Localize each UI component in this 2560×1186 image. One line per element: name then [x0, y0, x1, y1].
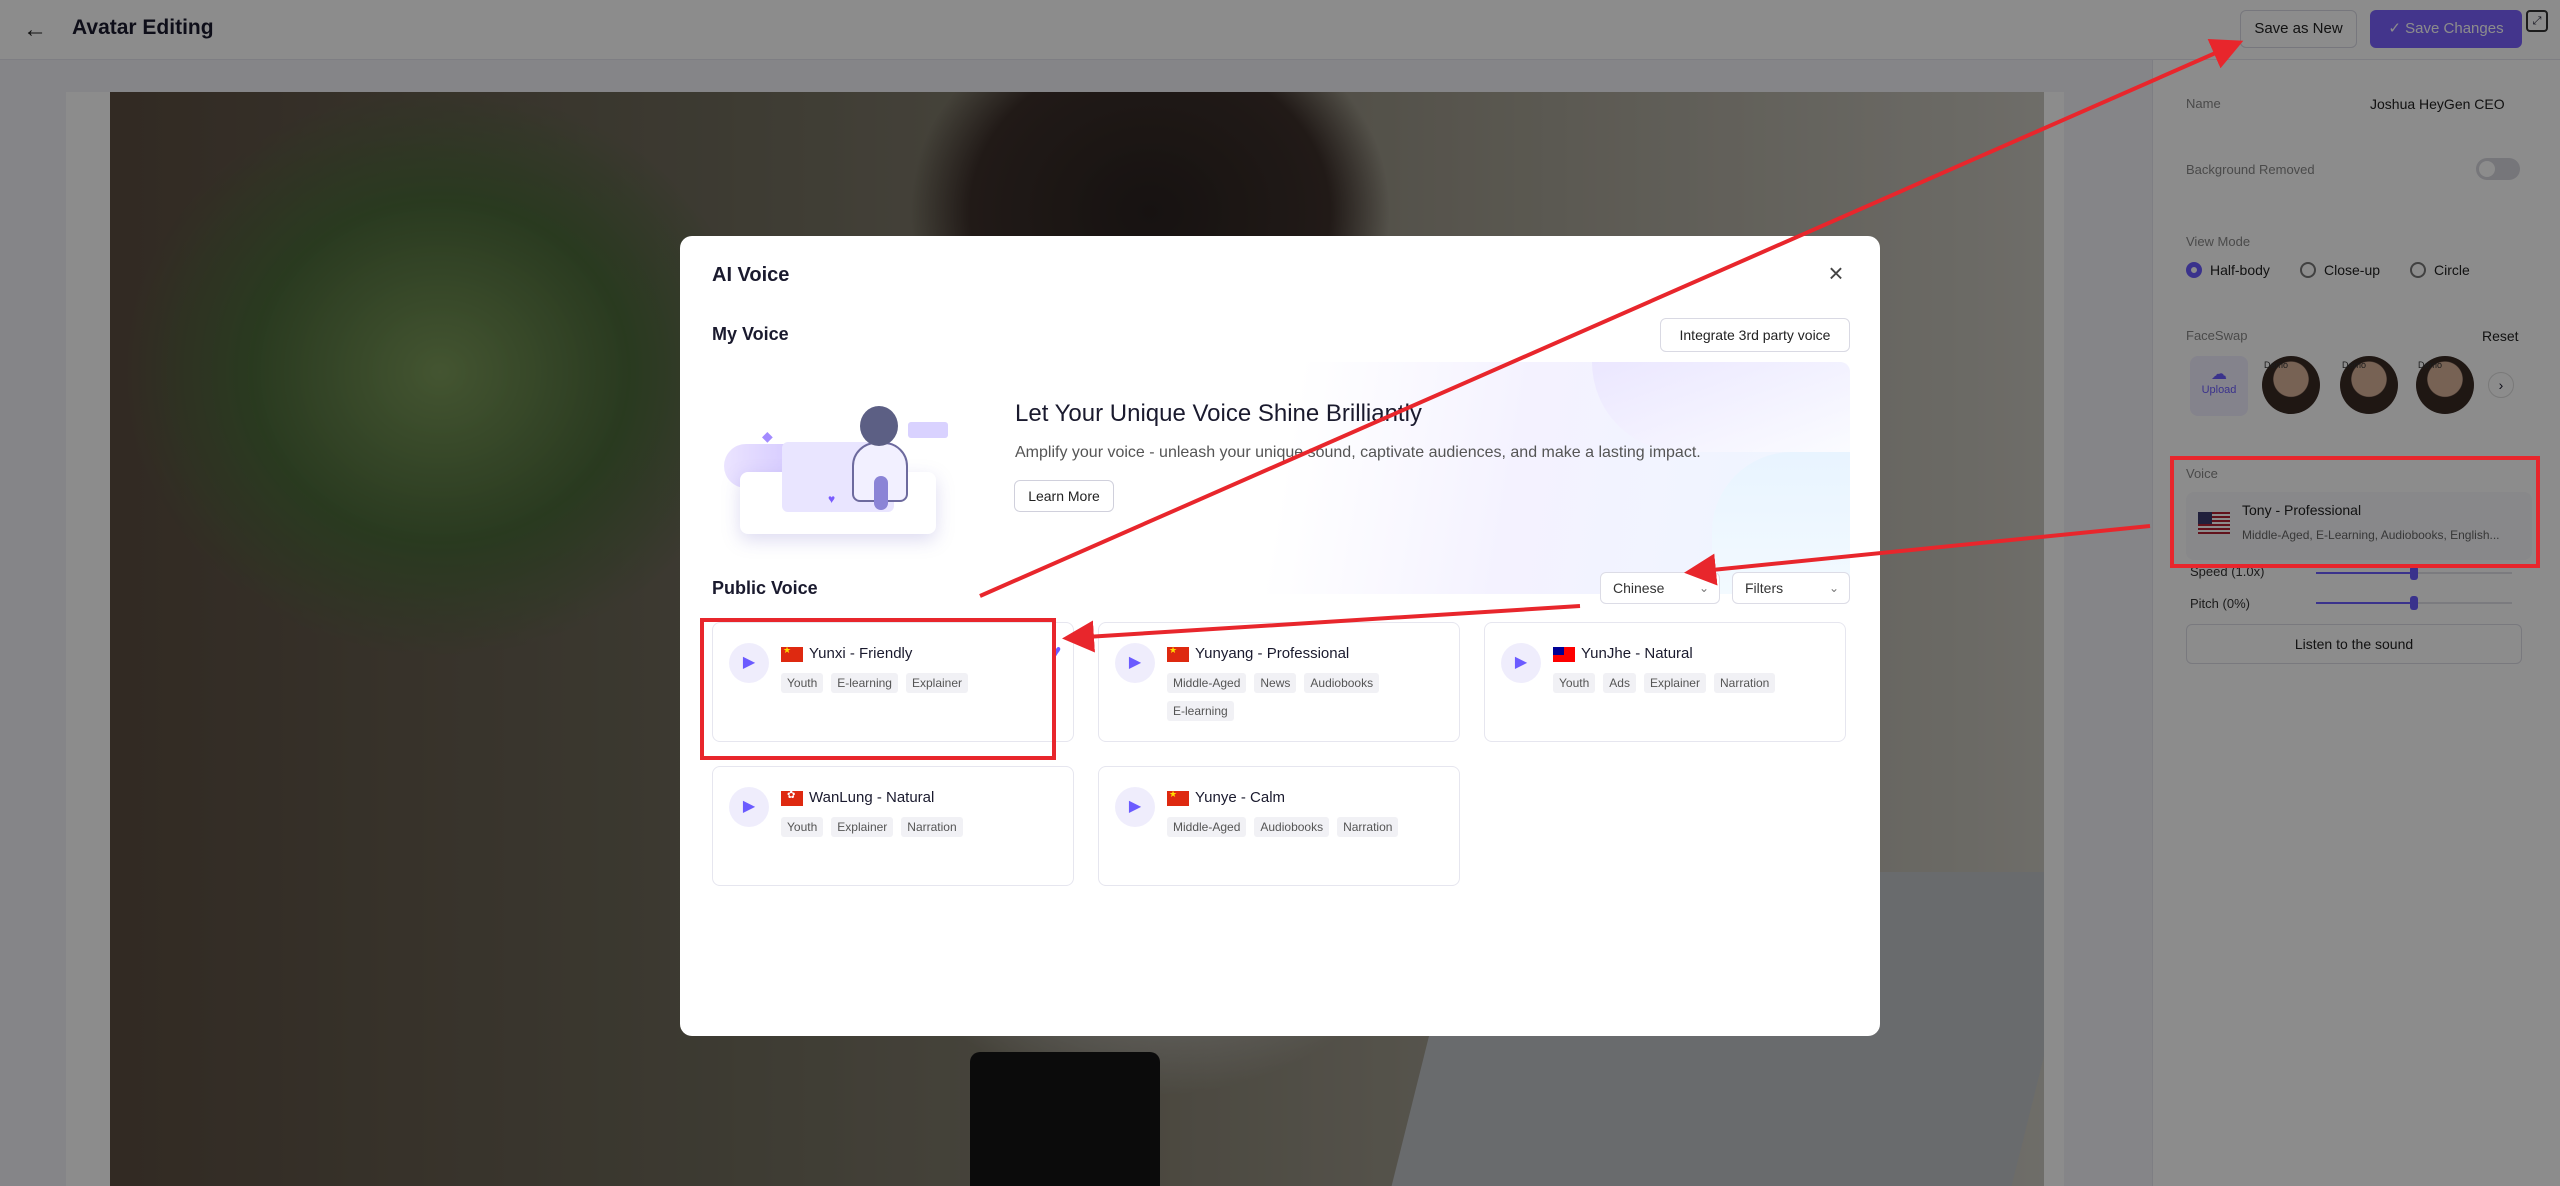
voice-card-yunjhe[interactable]: ▶ YunJhe - Natural Youth Ads Explainer N… — [1484, 622, 1846, 742]
voice-illustration: ♥ ◆ — [724, 384, 948, 556]
voice-tag: E-learning — [1167, 701, 1234, 721]
china-flag-icon — [781, 645, 803, 662]
china-flag-icon — [1167, 789, 1189, 806]
voice-tag: Explainer — [905, 673, 968, 693]
banner-subtitle: Amplify your voice - unleash your unique… — [1015, 444, 1701, 461]
voice-tags: Youth Ads Explainer Narration — [1553, 673, 1823, 693]
voice-tag: News — [1254, 673, 1297, 693]
voice-tag: Middle-Aged — [1167, 817, 1247, 837]
chevron-down-icon: ⌄ — [1828, 581, 1839, 595]
voice-tag: Narration — [1713, 673, 1776, 693]
voice-card-yunxi[interactable]: ▶ Yunxi - Friendly Youth E-learning Expl… — [712, 622, 1074, 742]
voice-tag: Audiobooks — [1254, 817, 1330, 837]
language-select-value: Chinese — [1613, 580, 1665, 596]
integrate-3rd-party-voice-button[interactable]: Integrate 3rd party voice — [1660, 318, 1850, 352]
chevron-down-icon: ⌄ — [1698, 581, 1709, 595]
voice-name: Yunyang - Professional — [1195, 645, 1350, 662]
voice-tag: Narration — [901, 817, 963, 837]
person-head-graphic — [860, 406, 898, 446]
voice-card-wanlung[interactable]: ▶ WanLung - Natural Youth Explainer Narr… — [712, 766, 1074, 886]
voice-tag: Youth — [781, 817, 824, 837]
play-icon[interactable]: ▶ — [729, 787, 769, 827]
voice-tag: Explainer — [831, 817, 894, 837]
learn-more-button[interactable]: Learn More — [1014, 480, 1114, 512]
microphone-icon — [874, 476, 888, 510]
ai-voice-modal: AI Voice × My Voice Integrate 3rd party … — [680, 236, 1880, 1036]
speech-tag-graphic — [908, 422, 948, 438]
voice-tag: Youth — [781, 673, 824, 693]
voice-tags: Youth Explainer Narration — [781, 817, 1051, 837]
voice-tag: Middle-Aged — [1167, 673, 1247, 693]
voice-tag: Explainer — [1643, 673, 1706, 693]
voice-name: Yunye - Calm — [1195, 789, 1286, 806]
filters-select[interactable]: Filters ⌄ — [1732, 572, 1850, 604]
my-voice-banner: ♥ ◆ Let Your Unique Voice Shine Brillian… — [712, 362, 1850, 594]
voice-name: Yunxi - Friendly — [809, 645, 913, 662]
voice-name: WanLung - Natural — [809, 789, 935, 806]
voice-tags: Youth E-learning Explainer — [781, 673, 1051, 693]
modal-title: AI Voice — [712, 264, 790, 286]
my-voice-title: My Voice — [712, 324, 789, 344]
voice-card-yunye[interactable]: ▶ Yunye - Calm Middle-Aged Audiobooks Na… — [1098, 766, 1460, 886]
play-icon[interactable]: ▶ — [1501, 643, 1541, 683]
voice-tag: Youth — [1553, 673, 1596, 693]
play-icon[interactable]: ▶ — [1115, 787, 1155, 827]
voice-name: YunJhe - Natural — [1581, 645, 1693, 662]
language-select[interactable]: Chinese ⌄ — [1600, 572, 1720, 604]
voice-tag: Ads — [1603, 673, 1636, 693]
play-icon[interactable]: ▶ — [1115, 643, 1155, 683]
voice-tags: Middle-Aged News Audiobooks E-learning — [1167, 673, 1437, 721]
drop-icon: ◆ — [762, 428, 773, 444]
voice-tag: Narration — [1337, 817, 1399, 837]
banner-decoration — [1592, 362, 1850, 452]
banner-title: Let Your Unique Voice Shine Brilliantly — [1015, 400, 1422, 427]
voice-tag: Audiobooks — [1304, 673, 1380, 693]
play-icon[interactable]: ▶ — [729, 643, 769, 683]
close-icon[interactable]: × — [1822, 260, 1850, 288]
voice-tag: E-learning — [831, 673, 898, 693]
favorite-heart-icon[interactable]: ♥ — [1052, 643, 1062, 661]
china-flag-icon — [1167, 645, 1189, 662]
public-voice-title: Public Voice — [712, 578, 818, 598]
voice-card-yunyang[interactable]: ▶ Yunyang - Professional Middle-Aged New… — [1098, 622, 1460, 742]
heart-icon: ♥ — [828, 492, 836, 506]
hong-kong-flag-icon — [781, 790, 803, 806]
taiwan-flag-icon — [1553, 647, 1575, 662]
voice-tags: Middle-Aged Audiobooks Narration — [1167, 817, 1437, 837]
filters-select-value: Filters — [1745, 580, 1784, 596]
